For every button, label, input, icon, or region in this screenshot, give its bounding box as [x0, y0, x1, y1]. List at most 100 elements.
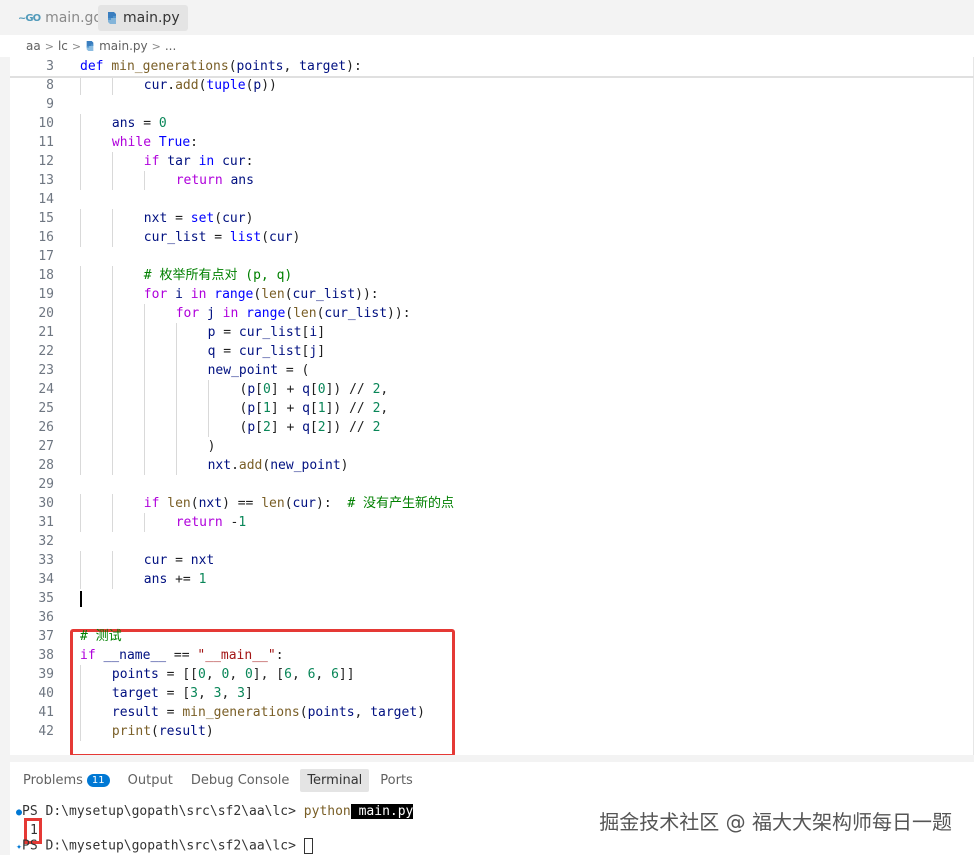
code-line[interactable]: 12 if tar in cur: [10, 152, 974, 171]
indent-guide [143, 437, 145, 456]
code-line[interactable]: 38 if __name__ == "__main__": [10, 646, 974, 665]
terminal-prompt: PS D:\mysetup\gopath\src\sf2\aa\lc> [22, 804, 304, 819]
line-number: 18 [38, 268, 54, 283]
indent-guide [80, 418, 81, 437]
code-line[interactable]: 18 # 枚举所有点对 (p, q) [10, 266, 974, 285]
code-line[interactable]: 36 [10, 608, 974, 627]
tab-label: Terminal [307, 772, 363, 788]
indent-guide [80, 285, 81, 304]
code-text: new_point = ( [207, 363, 310, 378]
indent-guide [80, 323, 81, 342]
tab-output[interactable]: Output [121, 769, 180, 792]
terminal-prompt: PS D:\mysetup\gopath\src\sf2\aa\lc> [22, 838, 304, 854]
breadcrumb-item[interactable]: main.py [99, 39, 148, 53]
code-line[interactable]: 22 q = cur_list[j] [10, 342, 974, 361]
code-text: points = [[0, 0, 0], [6, 6, 6]] [111, 667, 355, 682]
indent-guide [111, 551, 113, 570]
code-line[interactable]: 16 cur_list = list(cur) [10, 228, 974, 247]
code-text: nxt = set(cur) [143, 211, 254, 226]
tab-terminal[interactable]: Terminal [300, 768, 370, 792]
code-text: return ans [175, 173, 254, 188]
breadcrumb-item[interactable]: ... [165, 39, 176, 53]
tab-label: main.go [45, 10, 102, 26]
code-line[interactable]: 31 return -1 [10, 513, 974, 532]
code-line[interactable]: 15 nxt = set(cur) [10, 209, 974, 228]
code-text: # 测试 [80, 629, 122, 644]
indent-guide [80, 722, 81, 741]
tab-main-go[interactable]: ~GO main.go [10, 5, 110, 31]
code-line[interactable]: 34 ans += 1 [10, 570, 974, 589]
code-text: print(result) [111, 724, 214, 739]
code-line[interactable]: 29 [10, 475, 974, 494]
code-text: cur.add(tuple(p)) [143, 78, 277, 93]
code-line[interactable]: 35 [10, 589, 974, 608]
code-line[interactable]: 19 for i in range(len(cur_list)): [10, 285, 974, 304]
indent-guide [111, 266, 113, 285]
indent-guide [111, 513, 113, 532]
terminal-line[interactable]: ✦PS D:\mysetup\gopath\src\sf2\aa\lc> [16, 838, 313, 854]
indent-guide [80, 380, 81, 399]
line-number: 33 [38, 553, 54, 568]
code-line[interactable]: 11 while True: [10, 133, 974, 152]
code-line[interactable]: 32 [10, 532, 974, 551]
terminal-command: python [303, 804, 351, 819]
indent-guide [207, 418, 209, 437]
indent-guide [143, 304, 145, 323]
code-line[interactable]: 13 return ans [10, 171, 974, 190]
tab-ports[interactable]: Ports [373, 769, 420, 792]
code-line[interactable]: 20 for j in range(len(cur_list)): [10, 304, 974, 323]
code-text: return -1 [175, 515, 247, 530]
code-line[interactable]: 24 (p[0] + q[0]) // 2, [10, 380, 974, 399]
code-line[interactable]: 42 print(result) [10, 722, 974, 741]
code-line[interactable]: 10 ans = 0 [10, 114, 974, 133]
code-text: if tar in cur: [143, 154, 254, 169]
indent-guide [175, 342, 177, 361]
code-line[interactable]: 14 [10, 190, 974, 209]
code-line[interactable]: 17 [10, 247, 974, 266]
line-number: 21 [38, 325, 54, 340]
indent-guide [111, 76, 113, 95]
code-text: (p[1] + q[1]) // 2, [239, 401, 389, 416]
line-number: 11 [38, 135, 54, 150]
line-number: 19 [38, 287, 54, 302]
indent-guide [80, 228, 81, 247]
code-line[interactable]: 33 cur = nxt [10, 551, 974, 570]
indent-guide [143, 513, 145, 532]
indent-guide [143, 456, 145, 475]
code-line[interactable]: 26 (p[2] + q[2]) // 2 [10, 418, 974, 437]
breadcrumb: aa > lc > main.py > ... [0, 35, 974, 57]
indent-guide [80, 171, 81, 190]
code-editor[interactable]: 3 def min_generations(points, target): 8 cu… [10, 57, 974, 755]
python-icon [86, 41, 94, 51]
code-line[interactable]: 41 result = min_generations(points, targe… [10, 703, 974, 722]
breadcrumb-item[interactable]: aa [26, 39, 41, 53]
indent-guide [143, 418, 145, 437]
tab-main-py[interactable]: main.py [98, 5, 188, 31]
code-line[interactable]: 21 p = cur_list[i] [10, 323, 974, 342]
tab-debug-console[interactable]: Debug Console [184, 769, 297, 792]
indent-guide [111, 380, 113, 399]
code-line[interactable]: 23 new_point = ( [10, 361, 974, 380]
code-line[interactable]: 8 cur.add(tuple(p)) [10, 76, 974, 95]
breadcrumb-item[interactable]: lc [58, 39, 68, 53]
indent-guide [111, 209, 113, 228]
code-line[interactable]: 25 (p[1] + q[1]) // 2, [10, 399, 974, 418]
indent-guide [111, 570, 113, 589]
indent-guide [80, 494, 81, 513]
line-number: 39 [38, 667, 54, 682]
code-line[interactable]: 27) [10, 437, 974, 456]
code-line[interactable]: 40 target = [3, 3, 3] [10, 684, 974, 703]
indent-guide [80, 152, 81, 171]
indent-guide [175, 361, 177, 380]
tab-problems[interactable]: Problems 11 [16, 769, 117, 792]
code-line[interactable]: 9 [10, 95, 974, 114]
code-line[interactable]: 28 nxt.add(new_point) [10, 456, 974, 475]
code-line[interactable]: 39 points = [[0, 0, 0], [6, 6, 6]] [10, 665, 974, 684]
line-number: 28 [38, 458, 54, 473]
code-line[interactable]: 30 if len(nxt) == len(cur): # 没有产生新的点 [10, 494, 974, 513]
code-line[interactable]: 37 # 测试 [10, 627, 974, 646]
code-text: for i in range(len(cur_list)): [143, 287, 379, 302]
code-text: q = cur_list[j] [207, 344, 326, 359]
code-line[interactable]: 3 def min_generations(points, target): [10, 57, 974, 76]
indent-guide [207, 380, 209, 399]
